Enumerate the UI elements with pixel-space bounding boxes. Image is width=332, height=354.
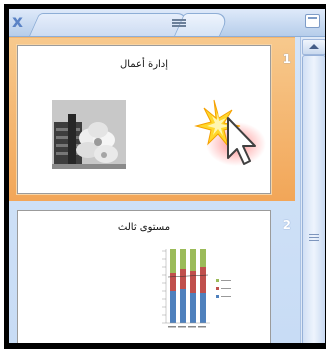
slides-pane: x 1 إدارة أعمال 2 مستوى ثالث [9, 9, 325, 343]
outline-icon[interactable] [172, 19, 186, 29]
slide-picture [52, 100, 126, 169]
close-icon[interactable]: x [12, 12, 23, 32]
slide-number: 1 [282, 52, 291, 66]
slide-row-1[interactable]: 1 إدارة أعمال [9, 37, 295, 201]
pane-tab-bar: x [9, 9, 325, 37]
cursor-click-icon [194, 99, 266, 166]
scroll-up-icon[interactable] [302, 39, 325, 55]
slide-title: إدارة أعمال [119, 59, 169, 70]
minimize-icon[interactable] [305, 14, 320, 28]
slide-thumbnail[interactable]: إدارة أعمال [17, 45, 271, 194]
slide-title: مستوى ثالث [117, 222, 171, 233]
scroll-thumb[interactable] [302, 55, 325, 343]
slide-number: 2 [282, 218, 291, 232]
slide-thumbnail[interactable]: مستوى ثالث [17, 210, 271, 343]
grip-icon [309, 234, 319, 242]
slide-row-2[interactable]: 2 مستوى ثالث [9, 204, 295, 343]
slide-thumbnail-list: 1 إدارة أعمال 2 مستوى ثالث [9, 37, 295, 343]
vertical-scrollbar[interactable] [300, 37, 325, 343]
slide-chart-thumbnail [162, 249, 231, 328]
tab-slides[interactable] [29, 13, 192, 36]
